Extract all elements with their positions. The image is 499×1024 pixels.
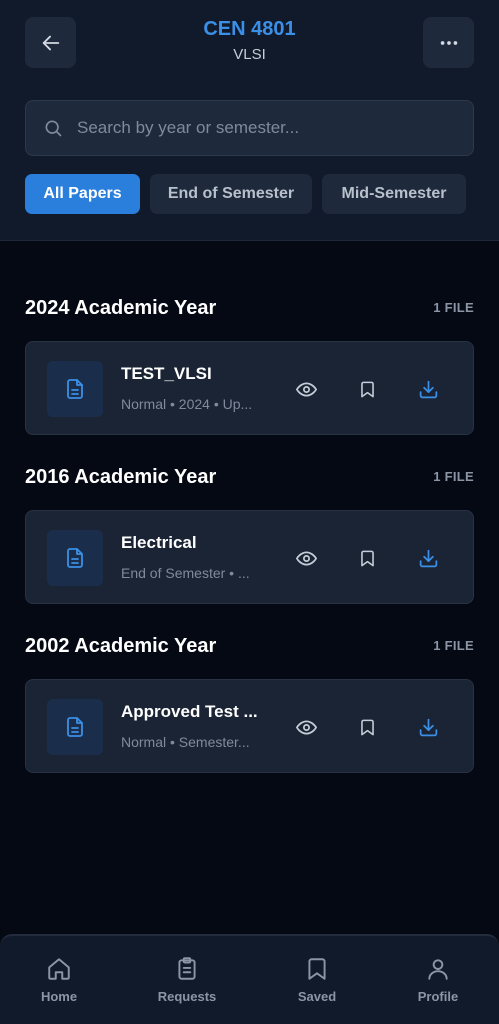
filter-all-papers[interactable]: All Papers [25,174,140,214]
bookmark-icon [360,550,374,566]
download-icon [419,549,437,567]
file-icon-container [47,361,103,417]
download-button[interactable] [414,544,442,572]
nav-home-label: Home [40,989,78,1004]
bookmark-icon [360,719,374,735]
section-title-2002: 2002 Academic Year [25,635,217,657]
home-icon [48,958,70,980]
file-icon-container [47,530,103,586]
file-card[interactable]: TEST_VLSI Normal • 2024 • Up... [25,341,474,435]
section-title-2024: 2024 Academic Year [25,297,217,319]
eye-icon [295,720,317,734]
bookmark-icon [308,958,326,980]
page-subtitle: VLSI [233,46,266,63]
section-title-2016: 2016 Academic Year [25,466,217,488]
download-button[interactable] [414,713,442,741]
bookmark-icon [360,381,374,397]
document-icon [67,717,83,737]
back-button[interactable] [25,17,76,68]
nav-profile[interactable]: Profile [388,956,488,1004]
search-icon [45,120,62,137]
search-input[interactable] [77,118,473,138]
file-meta: Normal • 2024 • Up... [121,396,253,412]
paper-list-screen: CEN 4801 VLSI All Papers End of Semester… [0,0,499,1024]
user-icon [428,959,448,980]
view-button[interactable] [292,375,320,403]
file-name: TEST_VLSI [121,364,212,383]
section-count-2024: 1 FILE [433,300,474,315]
nav-home[interactable]: Home [9,956,109,1004]
bookmark-button[interactable] [353,544,381,572]
bookmark-button[interactable] [353,375,381,403]
nav-saved[interactable]: Saved [267,956,367,1004]
document-icon [67,548,83,568]
file-icon-container [47,699,103,755]
nav-requests[interactable]: Requests [137,956,237,1004]
download-icon [419,380,437,398]
filter-end-of-semester[interactable]: End of Semester [150,174,312,214]
nav-requests-label: Requests [157,989,217,1004]
file-meta: Normal • Semester... [121,734,250,750]
view-button[interactable] [292,713,320,741]
page-title: CEN 4801 [203,18,296,40]
file-card[interactable]: Approved Test ... Normal • Semester... [25,679,474,773]
section-count-2002: 1 FILE [433,638,474,653]
file-name: Electrical [121,533,197,552]
search-bar[interactable] [25,100,474,156]
view-button[interactable] [292,544,320,572]
document-icon [67,379,83,399]
more-horizontal-icon [440,40,457,45]
filter-mid-semester[interactable]: Mid-Semester [322,174,466,214]
nav-saved-label: Saved [297,989,337,1004]
download-icon [419,718,437,736]
section-count-2016: 1 FILE [433,469,474,484]
eye-icon [295,382,317,396]
title-block: CEN 4801 VLSI [100,17,399,64]
header: CEN 4801 VLSI All Papers End of Semester… [0,0,499,241]
file-name: Approved Test ... [121,702,258,721]
bottom-navigation: Home Requests Saved Profile [0,934,499,1024]
arrow-left-icon [42,35,59,50]
eye-icon [295,551,317,565]
download-button[interactable] [414,375,442,403]
file-meta: End of Semester • ... [121,565,250,581]
nav-profile-label: Profile [417,989,459,1004]
more-options-button[interactable] [423,17,474,68]
file-card[interactable]: Electrical End of Semester • ... [25,510,474,604]
clipboard-icon [178,957,196,980]
bookmark-button[interactable] [353,713,381,741]
